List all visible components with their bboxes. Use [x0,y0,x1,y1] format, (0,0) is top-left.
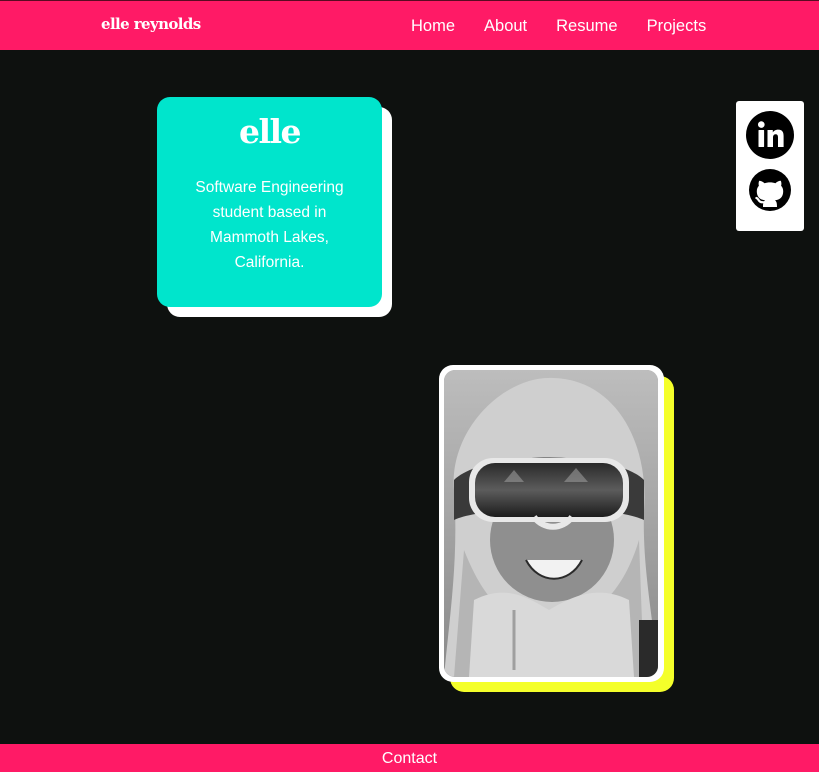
intro-name: elle [238,112,302,151]
contact-link[interactable]: Contact [382,750,437,767]
profile-photo-frame [439,365,664,682]
profile-photo-image [444,370,658,677]
intro-description: Software Engineering student based in Ma… [195,179,344,271]
nav-projects-link[interactable]: Projects [647,17,707,36]
linkedin-icon [746,111,794,159]
brand-logo-link[interactable]: elle reynolds [101,15,201,33]
intro-card: elle Software Engineering student based … [157,97,382,307]
main-nav: Home About Resume Projects [411,17,706,36]
nav-resume-link[interactable]: Resume [556,17,617,36]
profile-photo [444,370,658,677]
footer-bar: Contact [0,744,819,772]
github-link[interactable] [746,166,794,214]
nav-about-link[interactable]: About [484,17,527,36]
linkedin-link[interactable] [746,111,794,159]
github-icon [749,169,791,211]
page: elle reynolds Home About Resume Projects… [0,0,819,772]
social-links-panel [736,101,804,231]
top-nav-bar: elle reynolds Home About Resume Projects [0,0,819,50]
nav-home-link[interactable]: Home [411,17,455,36]
